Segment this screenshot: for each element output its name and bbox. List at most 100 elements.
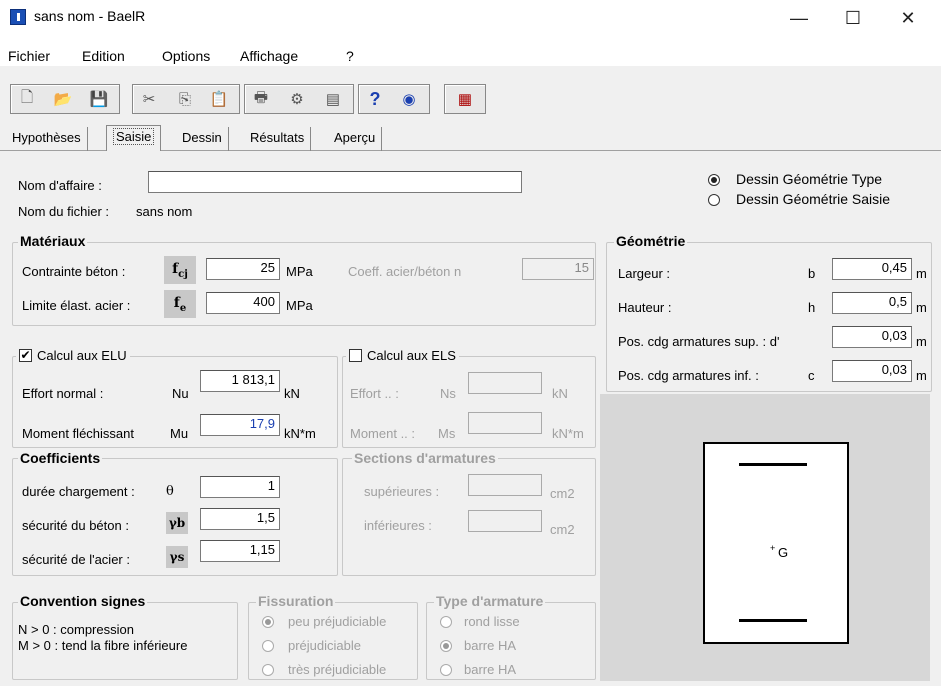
bottom-rebar-line [739,619,807,622]
tab-saisie[interactable]: Saisie [106,125,162,151]
materiaux-title: Matériaux [18,233,88,249]
radio-geometrie-type[interactable] [708,174,720,186]
tab-resultats[interactable]: Résultats [244,127,312,151]
effort-normal-input[interactable]: 1 813,1 [200,370,280,392]
radio-geometrie-saisie[interactable] [708,194,720,206]
coeff-input[interactable]: 15 [522,258,594,280]
open-icon[interactable]: 📂 [51,87,75,111]
hauteur-sym: h [808,300,816,315]
close-button[interactable]: ✕ [885,0,931,36]
els-moment-label: Moment .. : [350,426,416,441]
securite-beton-input[interactable]: 1,5 [200,508,280,530]
tab-apercu[interactable]: Aperçu [328,127,383,151]
radio-geometrie-type-label: Dessin Géométrie Type [736,171,883,187]
els-effort-input[interactable] [468,372,542,394]
radio-barre-ha-2[interactable] [440,664,452,676]
beton-unit: MPa [286,264,313,279]
g-label: G [778,545,789,560]
cdg-inf-unit: m [916,368,927,383]
menu-edition[interactable]: Edition [82,48,125,64]
elu-header: ✔ Calcul aux ELU [16,348,130,363]
menu-help[interactable]: ? [346,48,354,64]
beam-section [703,442,849,644]
els-header: Calcul aux ELS [346,348,459,363]
menu-affichage[interactable]: Affichage [240,48,298,64]
paste-icon[interactable]: 📋 [207,87,231,111]
toolbar-file-group: 🗋 📂 💾 [10,84,120,114]
radio-barre-ha[interactable] [440,640,452,652]
moment-label: Moment fléchissant [22,426,134,441]
securite-beton-sym: γb [166,512,188,534]
els-checkbox[interactable] [349,349,362,362]
largeur-input[interactable]: 0,45 [832,258,912,280]
effort-normal-unit: kN [284,386,300,401]
hauteur-input[interactable]: 0,5 [832,292,912,314]
window-title: sans nom - BaelR [34,8,146,24]
coeff-label: Coeff. acier/béton n [348,264,462,279]
effort-normal-sym: Nu [172,386,189,401]
radio-tres-prejudiciable[interactable] [262,664,274,676]
els-moment-input[interactable] [468,412,542,434]
radio-peu-prejudiciable[interactable] [262,616,274,628]
els-moment-sym: Ms [438,426,456,441]
menu-options[interactable]: Options [162,48,210,64]
calculator-icon[interactable]: ▦ [453,87,477,111]
beton-input[interactable]: 25 [206,258,280,280]
tab-dessin[interactable]: Dessin [176,127,229,151]
web-icon[interactable]: ◉ [397,87,421,111]
cdg-inf-label: Pos. cdg armatures inf. : [618,368,759,383]
els-effort-sym: Ns [440,386,456,401]
els-effort-label: Effort .. : [350,386,399,401]
new-icon[interactable]: 🗋 [15,87,39,111]
els-title: Calcul aux ELS [367,348,456,363]
securite-acier-label: sécurité de l'acier : [22,552,130,567]
help-icon[interactable]: ? [363,87,387,111]
radio-tres-prejudiciable-label: très préjudiciable [288,662,387,677]
sections-inf-input[interactable] [468,510,542,532]
securite-beton-label: sécurité du béton : [22,518,129,533]
preview-icon[interactable]: ▤ [321,87,345,111]
toolbar-calc-group: ▦ [444,84,486,114]
acier-input[interactable]: 400 [206,292,280,314]
save-icon[interactable]: 💾 [87,87,111,111]
copy-icon[interactable]: ⎘ [173,87,197,111]
convention-line2: M > 0 : tend la fibre inférieure [18,638,188,653]
tab-hypotheses[interactable]: Hypothèses [6,127,88,151]
cdg-inf-input[interactable]: 0,03 [832,360,912,382]
sections-sup-input[interactable] [468,474,542,496]
fichier-label: Nom du fichier : [18,204,110,219]
affaire-input[interactable] [148,171,522,193]
tab-saisie-label: Saisie [113,128,155,145]
cdg-sup-label: Pos. cdg armatures sup. : d' [618,334,780,349]
moment-input[interactable]: 17,9 [200,414,280,436]
cut-icon[interactable]: ✂ [137,87,161,111]
acier-symbol: fe [164,290,196,318]
fichier-value: sans nom [136,204,193,219]
print-setup-icon[interactable]: ⚙ [285,87,309,111]
sections-inf-label: inférieures : [364,518,432,533]
affaire-label: Nom d'affaire : [18,178,102,193]
moment-unit: kN*m [284,426,316,441]
maximize-button[interactable]: ☐ [830,0,876,36]
radio-prejudiciable[interactable] [262,640,274,652]
menu-fichier[interactable]: Fichier [8,48,50,64]
largeur-sym: b [808,266,816,281]
securite-acier-input[interactable]: 1,15 [200,540,280,562]
toolbar-print-group: 🖶 ⚙ ▤ [244,84,354,114]
radio-rond-lisse-label: rond lisse [464,614,520,629]
hauteur-label: Hauteur : [618,300,672,315]
minimize-button[interactable]: — [776,0,822,36]
duree-input[interactable]: 1 [200,476,280,498]
top-rebar-line [739,463,807,466]
elu-checkbox[interactable]: ✔ [19,349,32,362]
materiaux-group [12,242,596,326]
radio-barre-ha-label: barre HA [464,638,517,653]
sections-sup-label: supérieures : [364,484,440,499]
convention-title: Convention signes [18,593,148,609]
radio-geometrie-saisie-label: Dessin Géométrie Saisie [736,191,891,207]
sections-inf-unit: cm2 [550,522,575,537]
radio-rond-lisse[interactable] [440,616,452,628]
print-icon[interactable]: 🖶 [249,87,273,111]
cdg-sup-input[interactable]: 0,03 [832,326,912,348]
effort-normal-label: Effort normal : [22,386,104,401]
